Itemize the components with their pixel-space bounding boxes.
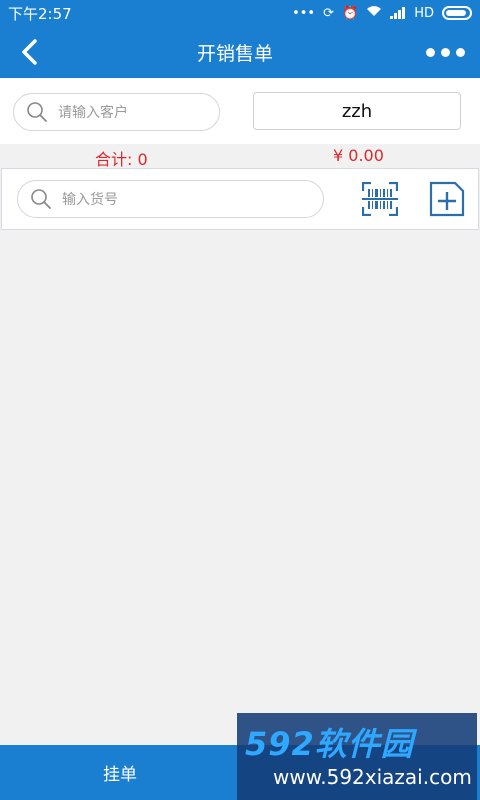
hold-order-button[interactable]: 挂单 [0, 745, 240, 800]
status-icons: ••• ⟳ ⏰ HD [292, 5, 472, 21]
add-item-icon[interactable] [429, 181, 465, 217]
back-button[interactable] [0, 26, 60, 78]
customer-search-placeholder: 请输入客户 [58, 105, 128, 121]
more-dot [440, 47, 450, 57]
search-icon [31, 189, 51, 209]
more-dot [455, 47, 465, 57]
watermark-url: www.592xiazai.com [273, 765, 472, 789]
goods-search-input[interactable]: 输入货号 [17, 180, 324, 218]
dots-icon: ••• [292, 5, 316, 21]
search-icon [27, 102, 47, 122]
status-bar: 下午2:57 ••• ⟳ ⏰ HD [0, 0, 480, 26]
customer-row: 请输入客户 zzh [0, 78, 480, 144]
signal-icon [390, 7, 406, 19]
total-amount: ¥ 0.00 [333, 146, 384, 165]
customer-search-input[interactable]: 请输入客户 [13, 93, 220, 131]
total-count: 合计: 0 [95, 150, 148, 169]
watermark: 592软件园 www.592xiazai.com [237, 713, 477, 800]
totals-bar: 合计: 0 ¥ 0.00 [0, 144, 480, 169]
goods-bar: 输入货号 [1, 168, 479, 230]
app-bar: 开销售单 [0, 26, 480, 78]
status-time: 下午2:57 [8, 4, 72, 23]
goods-search-placeholder: 输入货号 [62, 192, 118, 208]
page-title: 开销售单 [196, 42, 273, 65]
sync-off-icon: ⟳ [323, 5, 335, 21]
network-label: HD [414, 5, 434, 21]
battery-icon [442, 6, 472, 20]
chevron-left-icon [22, 39, 37, 65]
barcode-scan-icon[interactable] [362, 182, 398, 216]
watermark-logo: 592软件园 [245, 725, 414, 763]
more-dots-icon [425, 47, 435, 57]
wifi-icon [366, 5, 382, 21]
alarm-icon: ⏰ [342, 5, 359, 21]
selected-customer-button[interactable]: zzh [253, 92, 461, 130]
more-button[interactable] [410, 26, 480, 78]
